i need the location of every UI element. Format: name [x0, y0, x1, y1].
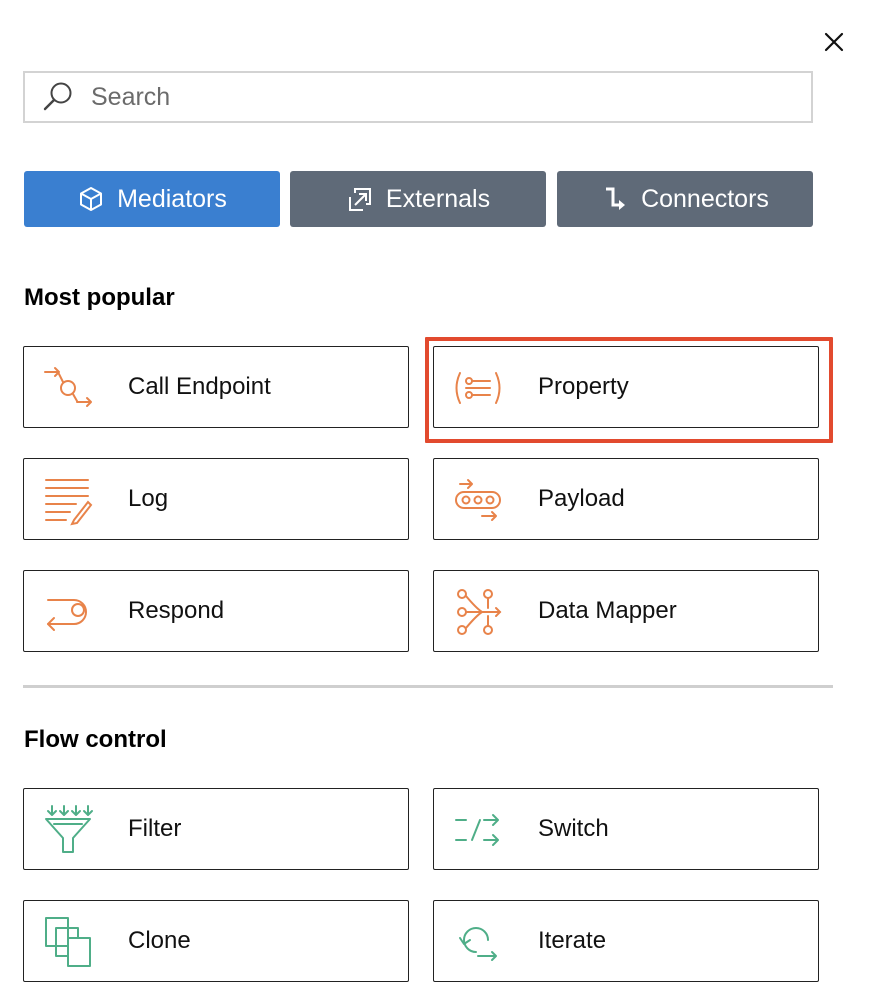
filter-icon [42, 804, 94, 856]
tab-label: Mediators [117, 184, 227, 213]
section-title-most-popular: Most popular [24, 284, 175, 311]
card-label: Log [128, 485, 169, 512]
card-label: Payload [538, 485, 625, 512]
section-divider [23, 685, 833, 688]
search-input[interactable] [91, 82, 771, 112]
connector-arrow-icon [606, 187, 626, 210]
call-endpoint-card[interactable]: Call Endpoint [23, 346, 409, 428]
close-icon [824, 32, 844, 52]
data-mapper-card[interactable]: Data Mapper [433, 570, 819, 652]
iterate-card[interactable]: Iterate [433, 900, 819, 982]
respond-card[interactable]: Respond [23, 570, 409, 652]
tab-connectors[interactable]: Connectors [557, 171, 813, 227]
cube-icon [80, 187, 103, 211]
tab-externals[interactable]: Externals [290, 171, 546, 227]
tab-mediators[interactable]: Mediators [24, 171, 280, 227]
search-icon [41, 80, 75, 114]
filter-card[interactable]: Filter [23, 788, 409, 870]
card-label: Iterate [538, 927, 607, 954]
close-button[interactable] [820, 28, 848, 56]
tab-label: Externals [385, 184, 491, 213]
call-endpoint-icon [42, 362, 94, 414]
clone-icon [42, 916, 94, 968]
payload-card[interactable]: Payload [433, 458, 819, 540]
card-label: Clone [128, 927, 191, 954]
section-title-flow-control: Flow control [24, 726, 167, 753]
tab-label: Connectors [641, 184, 769, 213]
property-highlight-box [425, 337, 833, 443]
card-label: Data Mapper [538, 597, 677, 624]
card-label: Filter [128, 815, 182, 842]
card-label: Switch [538, 815, 609, 842]
switch-card[interactable]: Switch [433, 788, 819, 870]
log-icon [42, 474, 94, 526]
card-label: Call Endpoint [128, 373, 271, 400]
respond-icon [42, 586, 94, 638]
switch-icon [452, 804, 504, 856]
payload-icon [452, 474, 504, 526]
external-link-icon [348, 188, 371, 211]
iterate-icon [452, 916, 504, 968]
clone-card[interactable]: Clone [23, 900, 409, 982]
log-card[interactable]: Log [23, 458, 409, 540]
search-box [23, 71, 813, 123]
card-label: Respond [128, 597, 225, 624]
data-mapper-icon [452, 586, 504, 638]
